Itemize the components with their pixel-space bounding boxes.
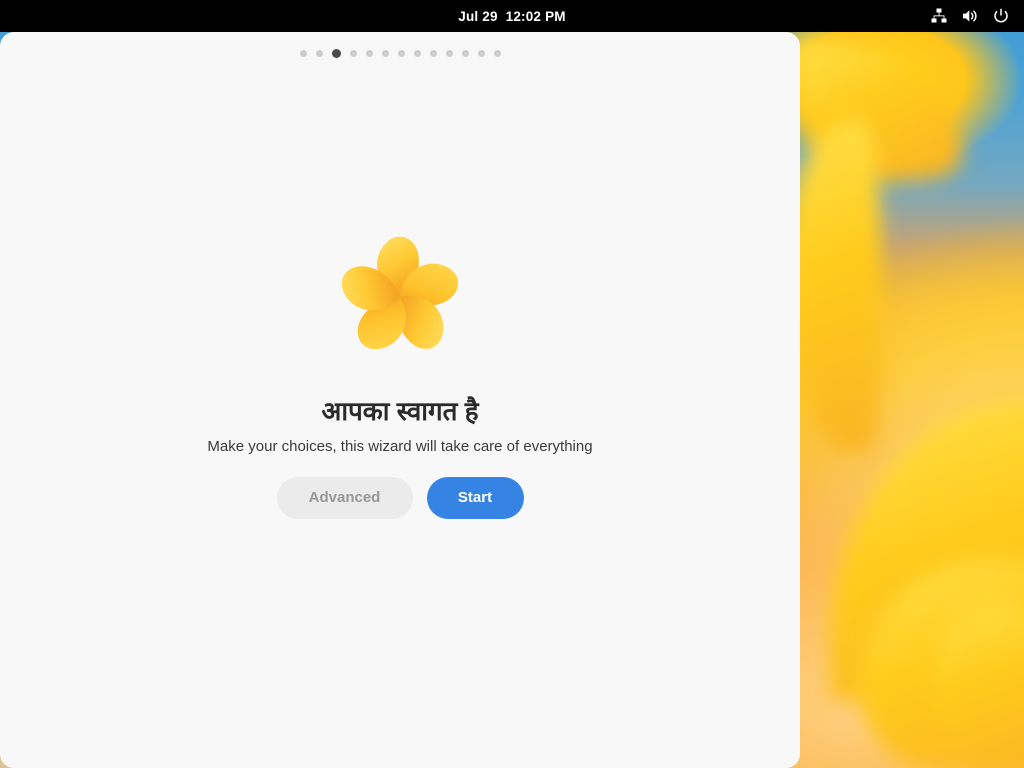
power-icon[interactable] (992, 7, 1010, 25)
welcome-page: आपका स्वागत है Make your choices, this w… (0, 32, 800, 768)
clock[interactable]: Jul 29 12:02 PM (0, 9, 1024, 24)
network-wired-icon[interactable] (930, 7, 948, 25)
desktop-screen: Jul 29 12:02 PM आपका स्वागत है Make your… (0, 0, 1024, 768)
volume-icon[interactable] (961, 7, 979, 25)
system-tray (930, 7, 1010, 25)
top-panel: Jul 29 12:02 PM (0, 0, 1024, 32)
page-subtitle: Make your choices, this wizard will take… (207, 437, 593, 455)
wallpaper-shape-stem (790, 120, 880, 450)
page-title: आपका स्वागत है (321, 396, 479, 427)
action-buttons: Advanced Start (276, 476, 524, 519)
flower-logo (330, 221, 470, 361)
installer-window: आपका स्वागत है Make your choices, this w… (0, 32, 800, 768)
advanced-button[interactable]: Advanced (276, 476, 413, 519)
start-button[interactable]: Start (426, 476, 524, 519)
